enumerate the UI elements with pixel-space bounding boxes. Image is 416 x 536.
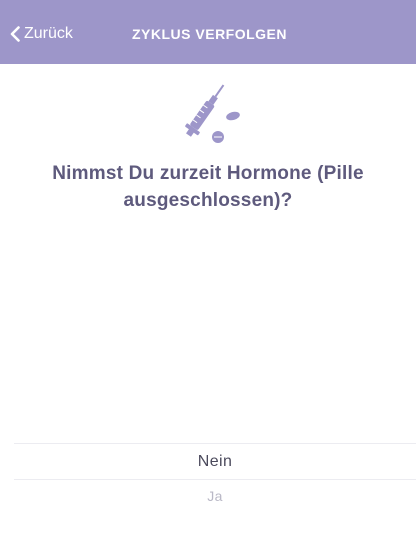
back-button[interactable]: Zurück bbox=[10, 22, 73, 46]
page-title: ZYKLUS VERFOLGEN bbox=[132, 26, 288, 42]
divider bbox=[14, 479, 416, 480]
chevron-left-icon bbox=[10, 26, 20, 42]
question-text: Nimmst Du zurzeit Hormone (Pille ausgesc… bbox=[52, 163, 364, 211]
divider bbox=[14, 443, 416, 444]
option-nein[interactable]: Nein bbox=[14, 447, 416, 477]
syringe-pills-icon bbox=[172, 76, 244, 148]
option-ja[interactable]: Ja bbox=[14, 482, 416, 510]
back-button-label: Zurück bbox=[24, 25, 73, 42]
navigation-bar: Zurück ZYKLUS VERFOLGEN bbox=[0, 0, 416, 64]
